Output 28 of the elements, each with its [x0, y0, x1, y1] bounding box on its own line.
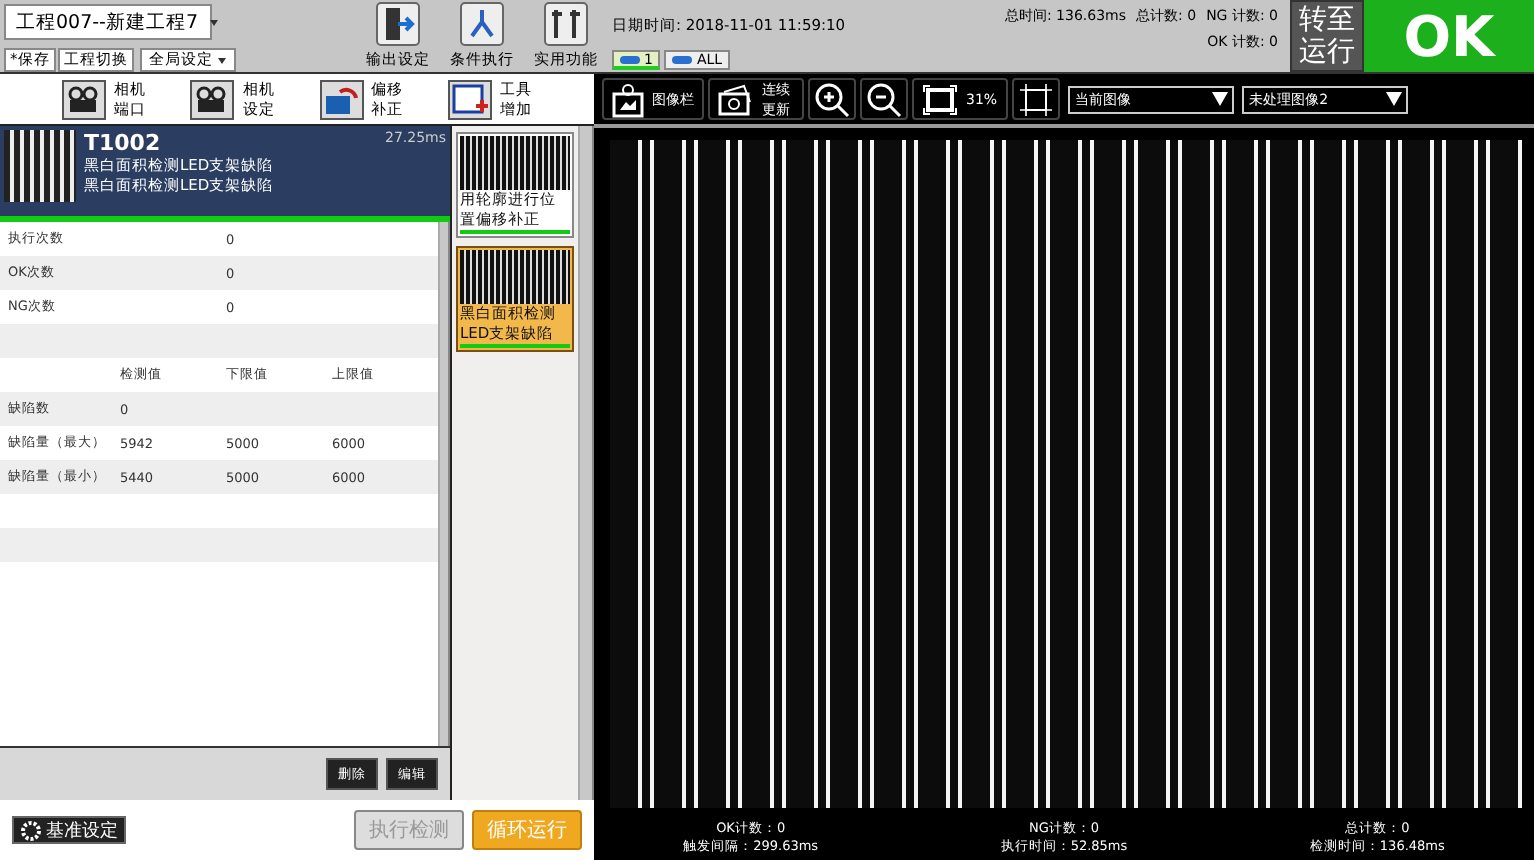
go-to-run-button[interactable]: 转至运行 — [1290, 0, 1364, 72]
camera-icon — [62, 79, 107, 119]
picture-icon — [612, 81, 644, 117]
zoom-in-button[interactable] — [808, 78, 856, 120]
gear-icon — [20, 819, 42, 841]
fit-icon — [922, 83, 958, 115]
tool-id: T1002 — [84, 130, 163, 156]
zoom-out-icon — [866, 81, 902, 117]
camera-icon — [190, 79, 235, 119]
add-tool-icon — [447, 79, 492, 119]
offset-icon — [319, 79, 364, 119]
crop-grid-icon — [1017, 81, 1054, 117]
reference-settings-button[interactable]: 基准设定 — [12, 816, 126, 844]
caret-icon — [210, 19, 219, 25]
branch-icon — [460, 2, 504, 46]
zoom-out-button[interactable] — [860, 78, 908, 120]
thumbnail-placeholder — [460, 250, 570, 304]
dropdown-arrow-icon — [1211, 92, 1228, 106]
scrollbar[interactable] — [438, 222, 450, 746]
zoom-in-icon — [814, 81, 850, 117]
result-indicator: OK — [1364, 0, 1534, 72]
photos-icon — [718, 83, 754, 115]
scrollbar[interactable] — [578, 126, 594, 800]
dropdown-arrow-icon — [1385, 92, 1402, 106]
region-button[interactable] — [1011, 78, 1060, 120]
thumbnail-placeholder — [4, 130, 76, 202]
thumbnail-placeholder — [460, 136, 570, 190]
project-dropdown[interactable]: 工程007--新建工程7 — [4, 4, 212, 40]
